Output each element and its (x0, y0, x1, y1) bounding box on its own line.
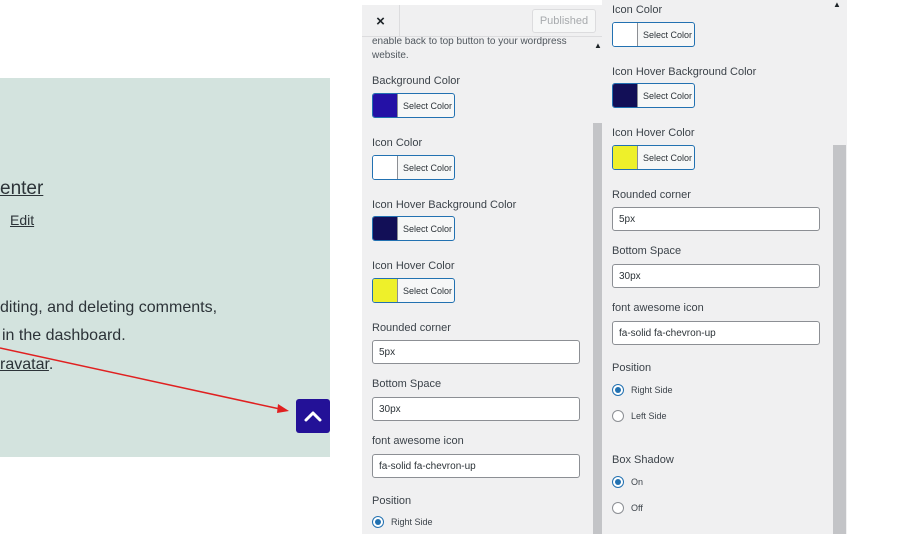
radio-right-side[interactable] (612, 384, 624, 396)
select-color-label: Select Color (403, 100, 453, 111)
icon-color-swatch (613, 23, 638, 46)
select-color-label: Select Color (403, 162, 453, 173)
icon-hover-color-swatch (613, 146, 638, 169)
icon-hover-bg-button[interactable]: Select Color (612, 83, 695, 108)
rounded-corner-input[interactable]: 5px (612, 207, 820, 231)
position-right-option[interactable]: Right Side (612, 384, 673, 396)
box-shadow-label: Box Shadow (612, 454, 674, 466)
box-shadow-on-option[interactable]: On (612, 476, 643, 488)
bottom-space-label: Bottom Space (372, 378, 442, 390)
icon-hover-color-swatch (373, 279, 398, 302)
radio-right-side-label: Right Side (391, 517, 433, 527)
icon-color-label: Icon Color (612, 4, 663, 16)
icon-hover-bg-swatch (373, 217, 398, 240)
bottom-space-input[interactable]: 30px (612, 264, 820, 288)
position-label: Position (372, 495, 412, 507)
radio-right-side[interactable] (372, 516, 384, 528)
box-shadow-off-option[interactable]: Off (612, 502, 643, 514)
icon-color-button[interactable]: Select Color (372, 155, 455, 180)
icon-color-swatch (373, 156, 398, 179)
position-left-option[interactable]: Left Side (612, 410, 667, 422)
icon-hover-color-label: Icon Hover Color (612, 127, 695, 139)
background-color-button[interactable]: Select Color (372, 93, 455, 118)
bottom-space-input[interactable]: 30px (372, 397, 580, 421)
annotation-arrow (0, 347, 289, 413)
panel2-scrollbar[interactable] (833, 145, 846, 534)
select-color-label: Select Color (403, 285, 453, 296)
rounded-corner-label: Rounded corner (612, 189, 691, 201)
published-button[interactable]: Published (532, 9, 596, 33)
select-color-label: Select Color (403, 223, 453, 234)
background-color-label: Background Color (372, 75, 461, 87)
radio-right-side-label: Right Side (631, 385, 673, 395)
icon-hover-bg-swatch (613, 84, 638, 107)
font-awesome-label: font awesome icon (612, 302, 704, 314)
radio-left-side-label: Left Side (631, 411, 667, 421)
radio-left-side[interactable] (612, 410, 624, 422)
icon-hover-bg-label: Icon Hover Background Color (612, 66, 757, 78)
radio-shadow-on[interactable] (612, 476, 624, 488)
icon-color-label: Icon Color (372, 137, 423, 149)
icon-hover-bg-button[interactable]: Select Color (372, 216, 455, 241)
position-right-option[interactable]: Right Side (372, 516, 433, 528)
rounded-corner-label: Rounded corner (372, 322, 451, 334)
icon-hover-color-button[interactable]: Select Color (612, 145, 695, 170)
position-label: Position (612, 362, 652, 374)
customizer-panel-1: enable back to top button to your wordpr… (362, 5, 602, 534)
background-color-swatch (373, 94, 398, 117)
font-awesome-label: font awesome icon (372, 435, 464, 447)
section-description: enable back to top button to your wordpr… (372, 36, 567, 61)
radio-shadow-on-label: On (631, 477, 644, 487)
scroll-up-icon[interactable]: ▲ (594, 41, 602, 50)
icon-hover-color-button[interactable]: Select Color (372, 278, 455, 303)
customizer-header: × Published (362, 5, 602, 37)
radio-shadow-off[interactable] (612, 502, 624, 514)
panel1-scrollbar[interactable] (593, 123, 602, 534)
icon-hover-bg-label: Icon Hover Background Color (372, 199, 517, 211)
radio-shadow-off-label: Off (631, 503, 643, 513)
close-icon[interactable]: × (362, 5, 400, 37)
font-awesome-input[interactable]: fa-solid fa-chevron-up (372, 454, 580, 478)
scroll-up-icon[interactable]: ▲ (833, 0, 841, 9)
customizer-panel-2: ▲ Icon Color Select Color Icon Hover Bac… (602, 0, 847, 534)
select-color-label: Select Color (643, 90, 693, 101)
select-color-label: Select Color (643, 29, 693, 40)
rounded-corner-input[interactable]: 5px (372, 340, 580, 364)
icon-color-button[interactable]: Select Color (612, 22, 695, 47)
bottom-space-label: Bottom Space (612, 245, 682, 257)
select-color-label: Select Color (643, 152, 693, 163)
icon-hover-color-label: Icon Hover Color (372, 260, 455, 272)
font-awesome-input[interactable]: fa-solid fa-chevron-up (612, 321, 820, 345)
